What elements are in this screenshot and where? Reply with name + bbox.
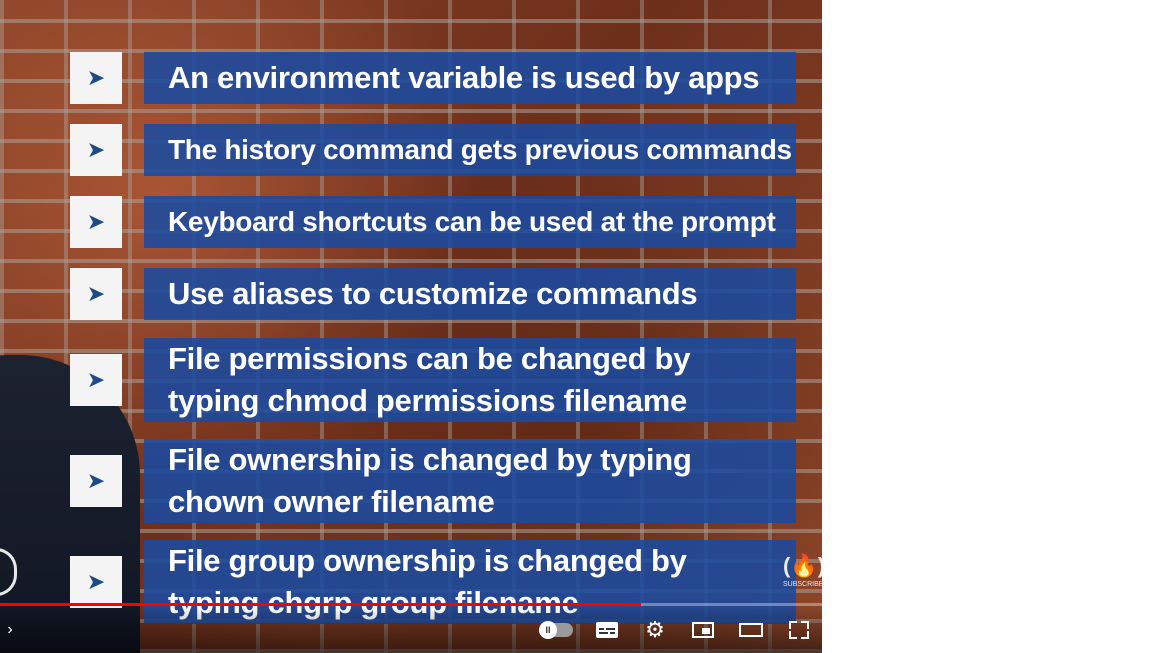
- miniplayer-icon: [692, 622, 714, 638]
- video-player[interactable]: ➤ An environment variable is used by app…: [0, 0, 822, 653]
- subtitles-icon: [596, 622, 618, 638]
- bullet-text: Keyboard shortcuts can be used at the pr…: [144, 196, 796, 248]
- theater-mode-icon: [739, 623, 763, 637]
- settings-button[interactable]: ⚙: [643, 616, 667, 644]
- bullet-arrow-icon: ➤: [70, 52, 122, 104]
- pause-icon: II: [539, 621, 557, 639]
- subtitles-button[interactable]: [594, 616, 620, 644]
- bullet-arrow-icon: ➤: [70, 196, 122, 248]
- autoplay-toggle-icon: II: [539, 621, 573, 639]
- theater-mode-button[interactable]: [738, 616, 764, 644]
- subscribe-label: SUBSCRIBE: [783, 581, 822, 588]
- channel-logo-icon: (🔥): [783, 553, 822, 578]
- miniplayer-button[interactable]: [690, 616, 716, 644]
- fullscreen-button[interactable]: [787, 616, 811, 644]
- bullet-arrow-icon: ➤: [70, 354, 122, 406]
- settings-icon: ⚙: [645, 617, 665, 642]
- bullet-arrow-icon: ➤: [70, 268, 122, 320]
- fullscreen-icon: [789, 621, 809, 639]
- player-controls: › II ⚙: [0, 606, 822, 653]
- subscribe-watermark[interactable]: (🔥) SUBSCRIBE: [783, 551, 822, 595]
- bullet-arrow-icon: ➤: [70, 455, 122, 507]
- bullet-text: Use aliases to customize commands: [144, 268, 796, 320]
- bullet-text: The history command gets previous comman…: [144, 124, 796, 176]
- bullet-text: File permissions can be changed by typin…: [144, 338, 796, 422]
- chevron-right-icon[interactable]: ›: [2, 616, 18, 644]
- bullet-text: An environment variable is used by apps: [144, 52, 796, 104]
- bullet-arrow-icon: ➤: [70, 124, 122, 176]
- autoplay-toggle[interactable]: II: [538, 616, 574, 644]
- bullet-arrow-icon: ➤: [70, 556, 122, 608]
- bullet-text: File ownership is changed by typing chow…: [144, 439, 796, 523]
